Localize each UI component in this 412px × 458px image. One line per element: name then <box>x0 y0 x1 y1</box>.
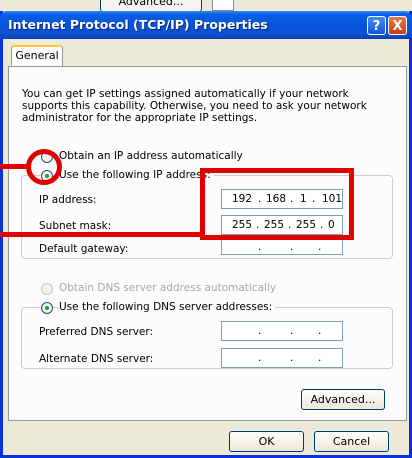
ip-address-label: IP address: <box>39 194 97 206</box>
advanced-button[interactable]: Advanced... <box>301 389 385 410</box>
annotation-arrow-line-bottom <box>0 232 205 237</box>
annotation-circle <box>26 149 62 185</box>
help-icon: ? <box>372 19 381 34</box>
obtain-dns-auto-radio[interactable] <box>41 283 53 295</box>
default-gateway-field[interactable]: . . . <box>221 239 343 255</box>
ok-button[interactable]: OK <box>229 431 304 452</box>
close-icon: X <box>392 19 403 34</box>
obtain-ip-auto-label[interactable]: Obtain an IP address automatically <box>59 150 243 162</box>
title-bar[interactable]: Internet Protocol (TCP/IP) Properties ? … <box>0 11 412 39</box>
close-button[interactable]: X <box>388 16 407 35</box>
use-following-dns-label[interactable]: Use the following DNS server addresses: <box>59 301 276 313</box>
background-control <box>212 0 234 11</box>
preferred-dns-field[interactable]: . . . <box>221 321 343 341</box>
general-panel: You can get IP settings assigned automat… <box>8 66 407 421</box>
window-title: Internet Protocol (TCP/IP) Properties <box>8 17 268 32</box>
default-gateway-label: Default gateway: <box>39 243 129 255</box>
tab-general[interactable]: General <box>11 45 63 67</box>
annotation-rectangle <box>200 168 354 240</box>
subnet-mask-label: Subnet mask: <box>39 220 112 232</box>
cancel-button[interactable]: Cancel <box>314 431 389 452</box>
intro-text: You can get IP settings assigned automat… <box>22 88 367 124</box>
obtain-dns-auto-label[interactable]: Obtain DNS server address automatically <box>59 282 276 294</box>
use-following-ip-label[interactable]: Use the following IP address: <box>59 169 214 181</box>
annotation-arrow-line-top <box>0 164 28 169</box>
use-following-dns-radio[interactable] <box>41 302 53 314</box>
preferred-dns-label: Preferred DNS server: <box>39 326 154 338</box>
alternate-dns-field[interactable]: . . . <box>221 348 343 368</box>
help-button[interactable]: ? <box>367 16 386 35</box>
alternate-dns-label: Alternate DNS server: <box>39 353 154 365</box>
